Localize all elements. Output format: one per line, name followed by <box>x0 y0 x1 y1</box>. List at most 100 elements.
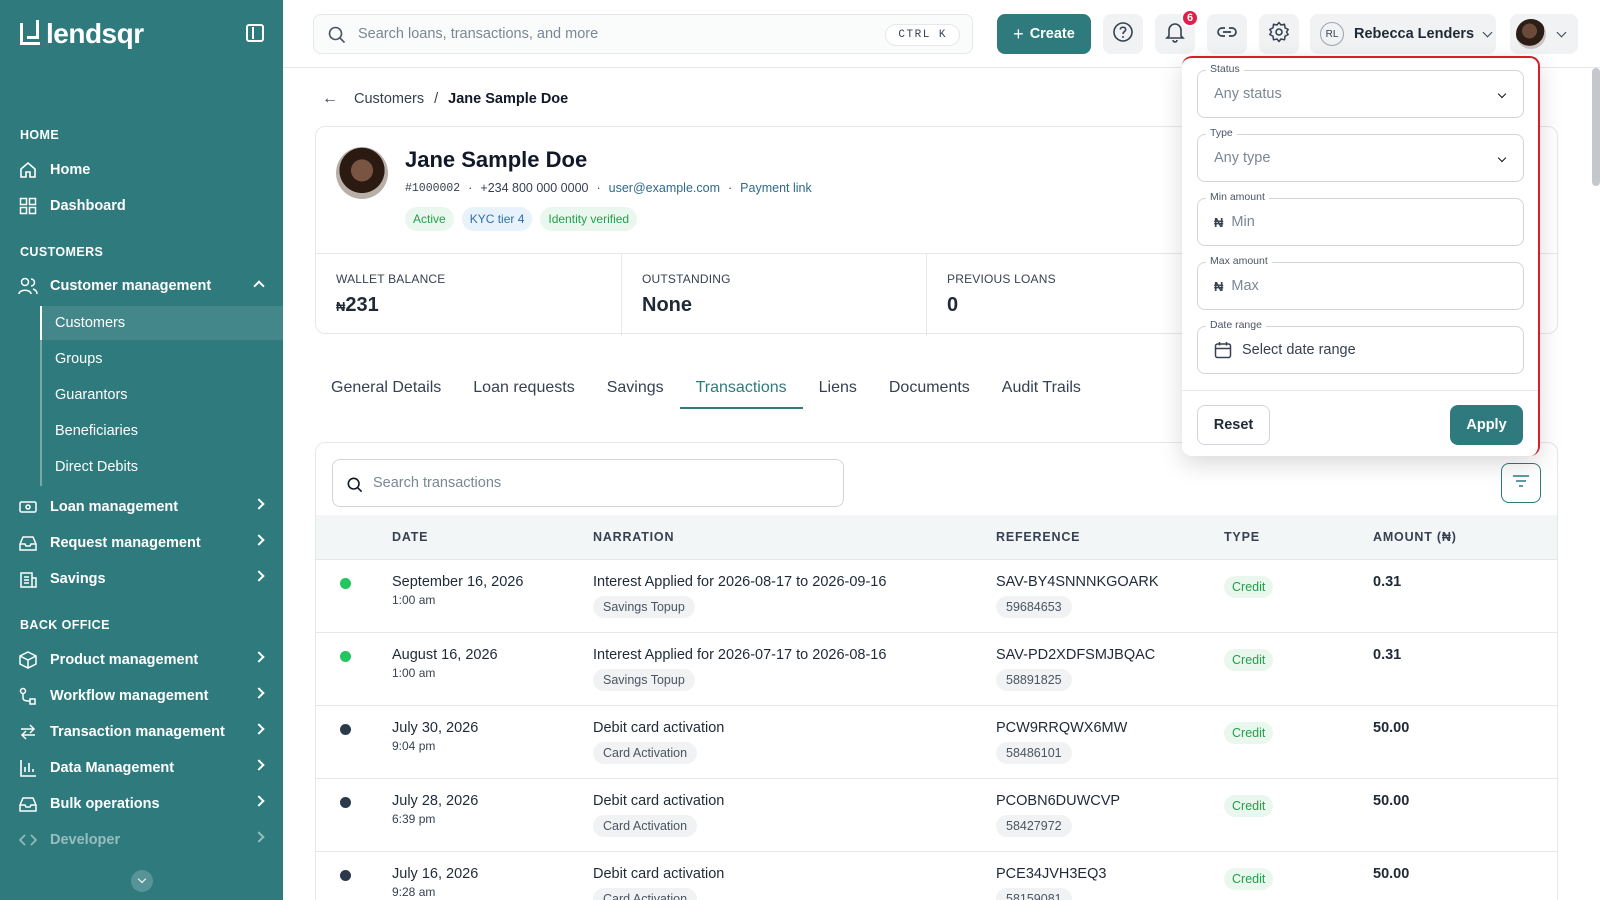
sidebar-item-dashboard[interactable]: Dashboard <box>0 189 283 223</box>
payment-link[interactable]: Payment link <box>740 181 812 195</box>
tab-audit-trails[interactable]: Audit Trails <box>986 365 1097 409</box>
type-value: Any type <box>1214 150 1271 166</box>
sidebar-item-data-management[interactable]: Data Management <box>0 751 283 785</box>
sidebar-item-home[interactable]: Home <box>0 153 283 187</box>
column-date[interactable]: DATE <box>392 530 428 544</box>
status-badge: Active <box>405 207 454 231</box>
max-amount-input[interactable]: Max amount ₦ Max <box>1197 255 1524 310</box>
sidebar-item-workflow-management[interactable]: Workflow management <box>0 679 283 713</box>
brand-logo[interactable]: lendsqr <box>20 18 144 50</box>
settings-button[interactable] <box>1259 14 1299 54</box>
tx-date: July 28, 2026 <box>392 793 479 809</box>
narration-cell: Debit card activation Card Activation <box>593 720 724 764</box>
tab-documents[interactable]: Documents <box>873 365 986 409</box>
reset-button[interactable]: Reset <box>1197 405 1270 445</box>
tab-liens[interactable]: Liens <box>803 365 873 409</box>
reference-cell: SAV-PD2XDFSMJBQAC 58891825 <box>996 647 1155 691</box>
page-scrollbar[interactable] <box>1592 68 1600 186</box>
sidebar-subitem-groups[interactable]: Groups <box>42 342 285 376</box>
filter-footer: Reset Apply <box>1182 390 1538 458</box>
sidebar-item-developer[interactable]: Developer <box>0 823 283 857</box>
tx-narration: Debit card activation <box>593 793 725 809</box>
tab-transactions[interactable]: Transactions <box>679 365 803 409</box>
filter-button[interactable] <box>1501 463 1541 503</box>
sidebar-item-customer-management[interactable]: Customer management <box>0 269 283 303</box>
search-icon <box>328 26 346 48</box>
tx-reference: SAV-PD2XDFSMJBQAC <box>996 647 1156 663</box>
chevron-down-icon <box>1497 153 1507 163</box>
create-label: Create <box>1029 26 1075 42</box>
create-button[interactable]: + Create <box>997 14 1091 54</box>
status-value: Any status <box>1214 86 1282 102</box>
brand-name: lendsqr <box>46 18 144 49</box>
stat-amount: 231 <box>345 294 379 316</box>
table-row[interactable]: September 16, 2026 1:00 am Interest Applie… <box>316 559 1557 632</box>
sidebar-subitem-guarantors[interactable]: Guarantors <box>42 378 285 412</box>
inbox-icon <box>18 794 38 814</box>
tx-category: Savings Topup <box>593 669 695 691</box>
tab-general-details[interactable]: General Details <box>315 365 457 409</box>
narration-cell: Interest Applied for 2026-08-17 to 2026-… <box>593 574 886 618</box>
back-arrow-icon[interactable]: ← <box>322 90 338 108</box>
date-range-picker[interactable]: Date range Select date range <box>1197 319 1524 374</box>
profile-menu[interactable] <box>1510 14 1578 54</box>
scroll-down-icon[interactable] <box>131 870 153 892</box>
date-cell: September 16, 2026 1:00 am <box>392 574 523 607</box>
sidebar-item-loan-management[interactable]: Loan management <box>0 490 283 524</box>
tx-ref-id: 59684653 <box>996 596 1072 618</box>
help-button[interactable] <box>1103 14 1143 54</box>
type-badge: Credit <box>1224 576 1274 598</box>
max-amount-placeholder: Max <box>1231 278 1259 294</box>
reference-cell: PCE34JVH3EQ3 58159081 <box>996 866 1106 900</box>
customer-email[interactable]: user@example.com <box>609 181 720 195</box>
column-narration[interactable]: NARRATION <box>593 530 674 544</box>
column-type[interactable]: TYPE <box>1224 530 1260 544</box>
collapse-sidebar-icon[interactable] <box>246 24 264 42</box>
currency-symbol: ₦ <box>1214 278 1224 294</box>
table-row[interactable]: July 28, 2026 6:39 pm Debit card activatio… <box>316 778 1557 851</box>
sidebar-subitem-beneficiaries[interactable]: Beneficiaries <box>42 414 285 448</box>
filter-popover: Status Any status Type Any type Min amou… <box>1182 56 1540 456</box>
tx-ref-id: 58427972 <box>996 815 1072 837</box>
sidebar-item-transaction-management[interactable]: Transaction management <box>0 715 283 749</box>
column-amount[interactable]: AMOUNT (₦) <box>1373 530 1457 544</box>
apply-button[interactable]: Apply <box>1450 405 1523 445</box>
breadcrumb-customers[interactable]: Customers <box>354 91 424 107</box>
sidebar-item-request-management[interactable]: Request management <box>0 526 283 560</box>
sidebar-item-label: Home <box>50 162 91 178</box>
tab-savings[interactable]: Savings <box>591 365 680 409</box>
org-name: Rebecca Lenders <box>1354 26 1475 42</box>
workflow-icon <box>18 686 38 706</box>
min-amount-input[interactable]: Min amount ₦ Min <box>1197 191 1524 246</box>
sidebar-item-savings[interactable]: Savings <box>0 562 283 596</box>
table-row[interactable]: July 30, 2026 9:04 pm Debit card activatio… <box>316 705 1557 778</box>
table-row[interactable]: July 16, 2026 9:28 am Debit card activatio… <box>316 851 1557 900</box>
tx-ref-id: 58159081 <box>996 888 1072 900</box>
tx-date: September 16, 2026 <box>392 574 524 590</box>
link-button[interactable] <box>1207 14 1247 54</box>
column-reference[interactable]: REFERENCE <box>996 530 1080 544</box>
sidebar-item-label: Developer <box>50 832 121 848</box>
customer-id: #1000002 <box>405 181 461 195</box>
notifications-button[interactable]: 6 <box>1155 9 1199 54</box>
notification-badge: 6 <box>1181 9 1199 27</box>
sidebar-item-label: Loan management <box>50 499 179 515</box>
global-search-input[interactable]: Search loans, transactions, and more CTR… <box>313 14 973 54</box>
sidebar-subitem-direct-debits[interactable]: Direct Debits <box>42 450 285 484</box>
transactions-search-input[interactable]: Search transactions <box>332 459 844 507</box>
type-select[interactable]: Type Any type <box>1197 127 1524 182</box>
sidebar-subitem-customers[interactable]: Customers <box>40 306 283 340</box>
status-select[interactable]: Status Any status <box>1197 63 1524 118</box>
sidebar-item-bulk-operations[interactable]: Bulk operations <box>0 787 283 821</box>
customer-tabs: General Details Loan requests Savings Tr… <box>315 365 1097 409</box>
organization-switcher[interactable]: RL Rebecca Lenders <box>1310 14 1496 54</box>
customer-tags: Active KYC tier 4 Identity verified <box>405 207 638 231</box>
sidebar-item-product-management[interactable]: Product management <box>0 643 283 677</box>
section-customers: CUSTOMERS <box>20 245 104 259</box>
tx-ref-id: 58486101 <box>996 742 1072 764</box>
table-row[interactable]: August 16, 2026 1:00 am Interest Applied f… <box>316 632 1557 705</box>
tx-date: August 16, 2026 <box>392 647 498 663</box>
tx-date: July 30, 2026 <box>392 720 479 736</box>
identity-badge: Identity verified <box>540 207 638 231</box>
tab-loan-requests[interactable]: Loan requests <box>457 365 590 409</box>
